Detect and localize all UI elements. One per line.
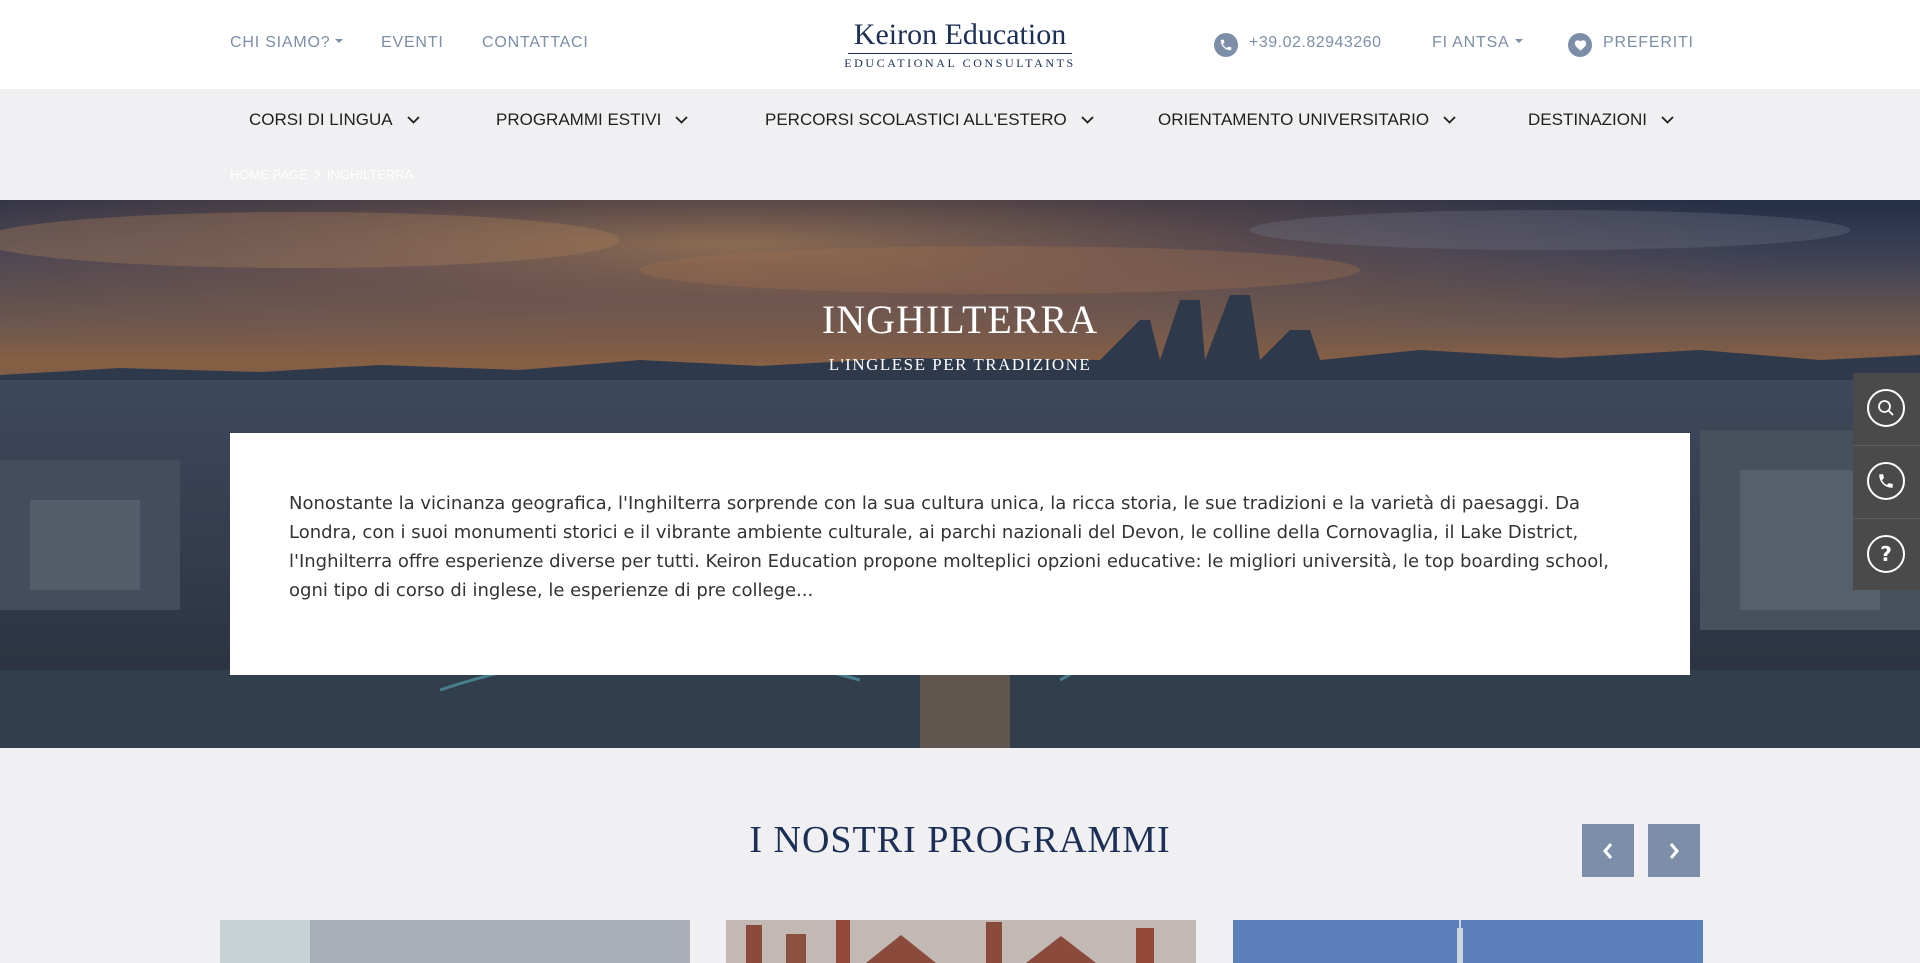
chevron-down-icon	[406, 116, 420, 124]
intro-text: Nonostante la vicinanza geografica, l'In…	[289, 493, 1609, 601]
breadcrumb-home[interactable]: HOME PAGE	[230, 167, 308, 182]
preferiti-link[interactable]: PREFERITI	[1603, 34, 1694, 52]
chevron-down-icon	[675, 116, 688, 124]
hero-subtitle: L'INGLESE PER TRADIZIONE	[828, 355, 1092, 374]
side-divider	[1853, 518, 1920, 519]
logo[interactable]: Keiron Education EDUCATIONAL CONSULTANTS	[840, 18, 1080, 70]
side-divider	[1853, 445, 1920, 446]
nav-orientamento-universitario[interactable]: ORIENTAMENTO UNIVERSITARIO	[1158, 110, 1456, 130]
hero-banner: INGHILTERRA L'INGLESE PER TRADIZIONE Non…	[0, 200, 1920, 748]
nav-item-label: DESTINAZIONI	[1528, 110, 1648, 129]
chevron-left-icon	[1603, 842, 1613, 859]
program-card-image[interactable]	[220, 920, 690, 963]
nav-corsi-di-lingua[interactable]: CORSI DI LINGUA	[249, 110, 420, 130]
chevron-right-icon	[314, 169, 321, 180]
logo-title: Keiron Education	[853, 18, 1067, 51]
side-contact-widget: ?	[1853, 373, 1920, 590]
chevron-down-icon	[1081, 116, 1094, 124]
eventi-link[interactable]: EVENTI	[381, 34, 444, 52]
caret-down-icon	[335, 38, 344, 43]
carousel-prev-button[interactable]	[1582, 824, 1634, 877]
logo-subtitle: EDUCATIONAL CONSULTANTS	[844, 56, 1076, 70]
phone-icon	[1214, 33, 1238, 57]
top-bar: CHI SIAMO? EVENTI CONTATTACI Keiron Educ…	[0, 0, 1920, 89]
phone-number-link[interactable]: +39.02.82943260	[1249, 34, 1382, 52]
chevron-down-icon	[1661, 116, 1674, 124]
user-name: FI ANTSA	[1432, 34, 1510, 51]
nav-item-label: PERCORSI SCOLASTICI ALL'ESTERO	[765, 110, 1067, 129]
nav-item-label: CORSI DI LINGUA	[249, 110, 393, 129]
breadcrumb: HOME PAGE INGHILTERRA	[230, 167, 413, 182]
chi-siamo-label: CHI SIAMO?	[230, 34, 331, 51]
carousel-next-button[interactable]	[1648, 824, 1700, 877]
program-card-image[interactable]	[726, 920, 1196, 963]
contattaci-link[interactable]: CONTATTACI	[482, 34, 589, 52]
nav-item-label: ORIENTAMENTO UNIVERSITARIO	[1158, 110, 1430, 129]
caret-down-icon	[1514, 38, 1523, 43]
main-nav: CORSI DI LINGUA PROGRAMMI ESTIVI PERCORS…	[0, 89, 1920, 200]
breadcrumb-current: INGHILTERRA	[326, 167, 414, 182]
heart-icon	[1568, 33, 1592, 57]
hero-title: INGHILTERRA	[821, 297, 1099, 342]
chevron-down-icon	[1443, 116, 1456, 124]
nav-destinazioni[interactable]: DESTINAZIONI	[1528, 110, 1674, 130]
nav-item-label: PROGRAMMI ESTIVI	[496, 110, 662, 129]
search-icon[interactable]	[1867, 389, 1905, 427]
user-menu[interactable]: FI ANTSA	[1432, 34, 1523, 52]
chevron-right-icon	[1669, 842, 1679, 859]
phone-icon[interactable]	[1867, 462, 1905, 500]
help-icon[interactable]: ?	[1867, 535, 1905, 573]
nav-percorsi-scolastici[interactable]: PERCORSI SCOLASTICI ALL'ESTERO	[765, 110, 1094, 130]
chi-siamo-menu[interactable]: CHI SIAMO?	[230, 34, 344, 52]
intro-card: Nonostante la vicinanza geografica, l'In…	[230, 433, 1690, 675]
logo-divider	[848, 53, 1072, 54]
nav-programmi-estivi[interactable]: PROGRAMMI ESTIVI	[496, 110, 688, 130]
program-card-image[interactable]	[1233, 920, 1703, 963]
